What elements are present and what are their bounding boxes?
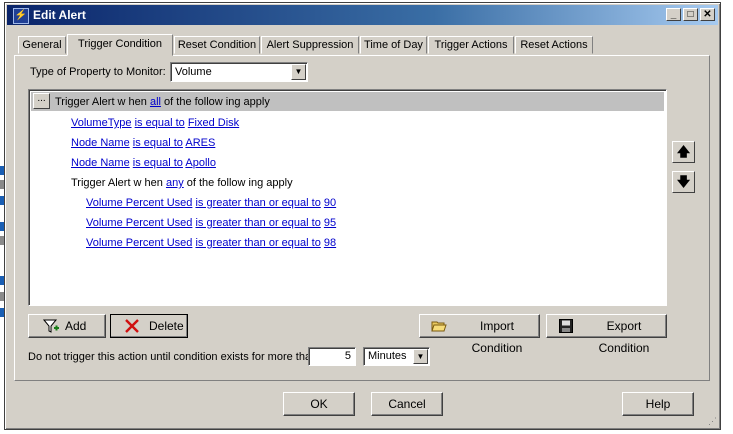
condition-root-row[interactable]: ... Trigger Alert w hen all of the follo…: [31, 92, 664, 111]
chevron-down-icon[interactable]: ▼: [291, 64, 306, 80]
delay-unit-select[interactable]: Minutes ▼: [363, 347, 430, 366]
window-title: Edit Alert: [33, 8, 86, 22]
property-type-select[interactable]: Volume ▼: [170, 62, 308, 82]
condition-options-button[interactable]: ...: [33, 93, 50, 109]
move-down-button[interactable]: 🡇: [672, 171, 695, 193]
help-button[interactable]: Help: [622, 392, 694, 416]
condition-field-link[interactable]: Volume Percent Used: [86, 217, 192, 229]
condition-value-link[interactable]: ARES: [185, 137, 215, 149]
condition-value-link[interactable]: 90: [324, 197, 336, 209]
tab-reset-condition[interactable]: Reset Condition: [174, 36, 260, 54]
condition-root-text: Trigger Alert w hen all of the follow in…: [55, 96, 270, 108]
move-up-button[interactable]: 🡅: [672, 141, 695, 163]
chevron-down-icon[interactable]: ▼: [413, 349, 428, 364]
save-disk-icon: [559, 319, 573, 333]
ok-button[interactable]: OK: [283, 392, 355, 416]
condition-tree: ... Trigger Alert w hen all of the follo…: [28, 89, 667, 306]
subgroup-mode-link[interactable]: any: [166, 177, 184, 189]
tab-trigger-condition[interactable]: Trigger Condition: [67, 34, 173, 56]
condition-row: Volume Percent Used is greater than or e…: [86, 217, 336, 229]
property-type-label: Type of Property to Monitor:: [30, 66, 166, 78]
condition-row: Volume Percent Used is greater than or e…: [86, 197, 336, 209]
condition-value-link[interactable]: 95: [324, 217, 336, 229]
tab-reset-actions[interactable]: Reset Actions: [515, 36, 593, 54]
condition-field-link[interactable]: Node Name: [71, 137, 130, 149]
tab-trigger-actions[interactable]: Trigger Actions: [428, 36, 514, 54]
condition-operator-link[interactable]: is equal to: [135, 117, 185, 129]
add-label: Add: [65, 319, 87, 333]
condition-field-link[interactable]: Node Name: [71, 157, 130, 169]
tab-time-of-day[interactable]: Time of Day: [360, 36, 427, 54]
import-condition-button[interactable]: Import Condition: [419, 314, 540, 355]
cancel-button[interactable]: Cancel: [371, 392, 443, 416]
delay-label: Do not trigger this action until conditi…: [28, 351, 318, 363]
open-folder-icon: [431, 321, 447, 332]
arrow-down-icon: 🡇: [676, 174, 691, 189]
condition-mode-link[interactable]: all: [150, 96, 161, 108]
condition-row: Volume Percent Used is greater than or e…: [86, 237, 336, 249]
filter-add-icon: [43, 319, 59, 333]
tab-alert-suppression[interactable]: Alert Suppression: [261, 36, 359, 54]
delete-x-icon: [125, 319, 139, 333]
import-label: Import Condition: [471, 319, 523, 355]
property-type-value: Volume: [175, 66, 212, 78]
resize-grip-icon[interactable]: ⋰: [708, 416, 718, 426]
condition-value-link[interactable]: Apollo: [185, 157, 216, 169]
condition-subgroup-row: Trigger Alert w hen any of the follow in…: [71, 177, 293, 189]
delay-value-input[interactable]: 5: [308, 347, 356, 366]
arrow-up-icon: 🡅: [676, 144, 691, 159]
tab-general[interactable]: General: [18, 36, 66, 54]
condition-field-link[interactable]: Volume Percent Used: [86, 237, 192, 249]
export-label: Export Condition: [598, 319, 650, 355]
delete-label: Delete: [149, 319, 184, 333]
condition-field-link[interactable]: Volume Percent Used: [86, 197, 192, 209]
delete-condition-button[interactable]: Delete: [110, 314, 188, 338]
condition-field-link[interactable]: VolumeType: [71, 117, 132, 129]
condition-operator-link[interactable]: is greater than or equal to: [195, 237, 320, 249]
maximize-button[interactable]: □: [683, 8, 698, 21]
condition-row: VolumeType is equal to Fixed Disk: [71, 117, 239, 129]
condition-row: Node Name is equal to Apollo: [71, 157, 216, 169]
condition-value-link[interactable]: 98: [324, 237, 336, 249]
title-bar[interactable]: ⚡ Edit Alert _ □ ✕: [7, 5, 718, 25]
condition-value-link[interactable]: Fixed Disk: [188, 117, 239, 129]
minimize-button[interactable]: _: [666, 8, 681, 21]
condition-operator-link[interactable]: is equal to: [133, 157, 183, 169]
condition-row: Node Name is equal to ARES: [71, 137, 215, 149]
close-button[interactable]: ✕: [700, 8, 715, 21]
export-condition-button[interactable]: Export Condition: [546, 314, 667, 355]
add-condition-button[interactable]: Add: [28, 314, 106, 338]
condition-operator-link[interactable]: is greater than or equal to: [195, 197, 320, 209]
delay-unit-value: Minutes: [368, 350, 407, 362]
condition-operator-link[interactable]: is greater than or equal to: [195, 217, 320, 229]
condition-operator-link[interactable]: is equal to: [133, 137, 183, 149]
lightning-icon: ⚡: [13, 8, 29, 24]
